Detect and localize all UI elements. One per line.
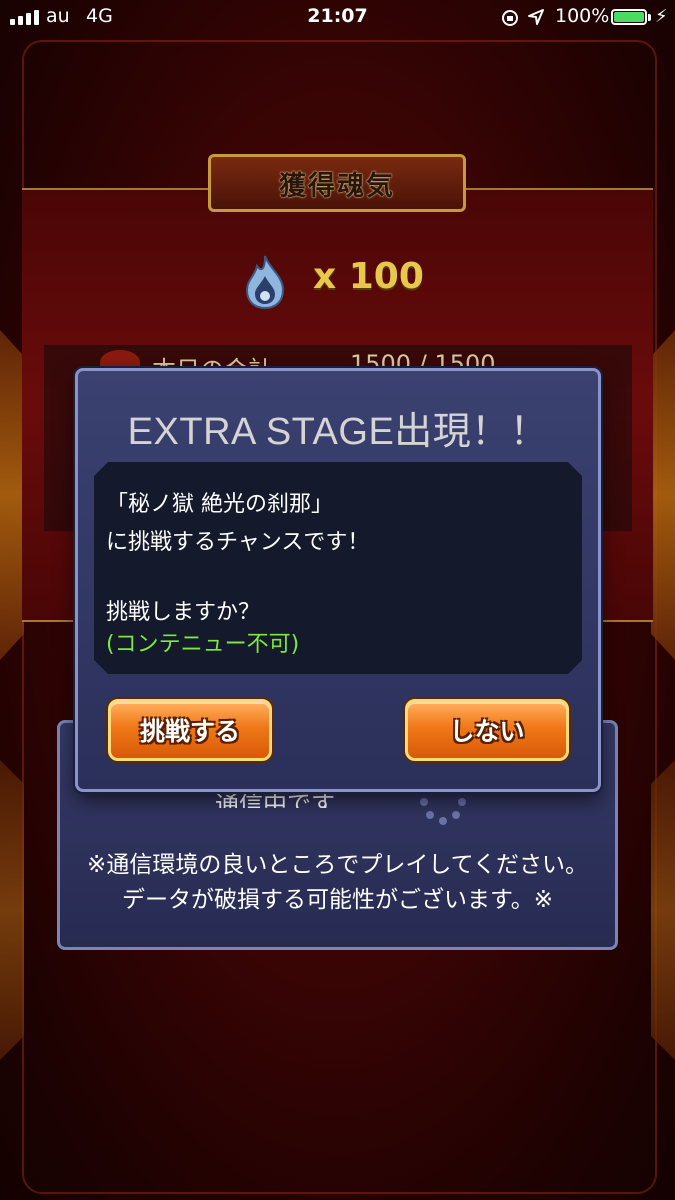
dialog-title: EXTRA STAGE出現！！ xyxy=(127,411,549,453)
battery-tip xyxy=(648,14,651,21)
battery-icon xyxy=(611,9,647,25)
battery-percent: 100% xyxy=(555,5,610,27)
dialog-no-continue-note: (コンテニュー不可) xyxy=(106,632,300,657)
daily-total-label: 本日の合計 xyxy=(152,356,272,370)
result-title: 獲得魂気 xyxy=(279,170,395,202)
rotation-lock-icon xyxy=(500,8,520,33)
dialog-challenge-text: に挑戦するチャンスです！ xyxy=(106,530,370,555)
communication-note-line2: データが破損する可能性がございます。※ xyxy=(122,887,553,913)
decline-button[interactable]: しない xyxy=(405,699,569,761)
communication-note-line1: ※通信環境の良いところでプレイしてください。 xyxy=(87,852,588,878)
location-icon xyxy=(527,8,545,31)
charging-bolt-icon: ⚡ xyxy=(655,6,668,27)
soul-row: x 100 xyxy=(0,250,675,310)
challenge-button[interactable]: 挑戦する xyxy=(108,699,272,761)
dialog-stage-name: 「秘ノ獄 絶光の刹那」 xyxy=(106,492,333,517)
dialog-question: 挑戦しますか？ xyxy=(106,600,261,625)
left-ornament xyxy=(0,330,24,660)
result-title-plate: 獲得魂気 xyxy=(208,154,466,212)
right-ornament xyxy=(651,330,675,660)
soul-flame-icon xyxy=(243,254,287,314)
status-bar: au 4G 21:07 100% ⚡ xyxy=(0,0,675,36)
daily-total-value: 1500 / 1500 xyxy=(350,350,496,370)
soul-count: x 100 xyxy=(313,256,424,297)
